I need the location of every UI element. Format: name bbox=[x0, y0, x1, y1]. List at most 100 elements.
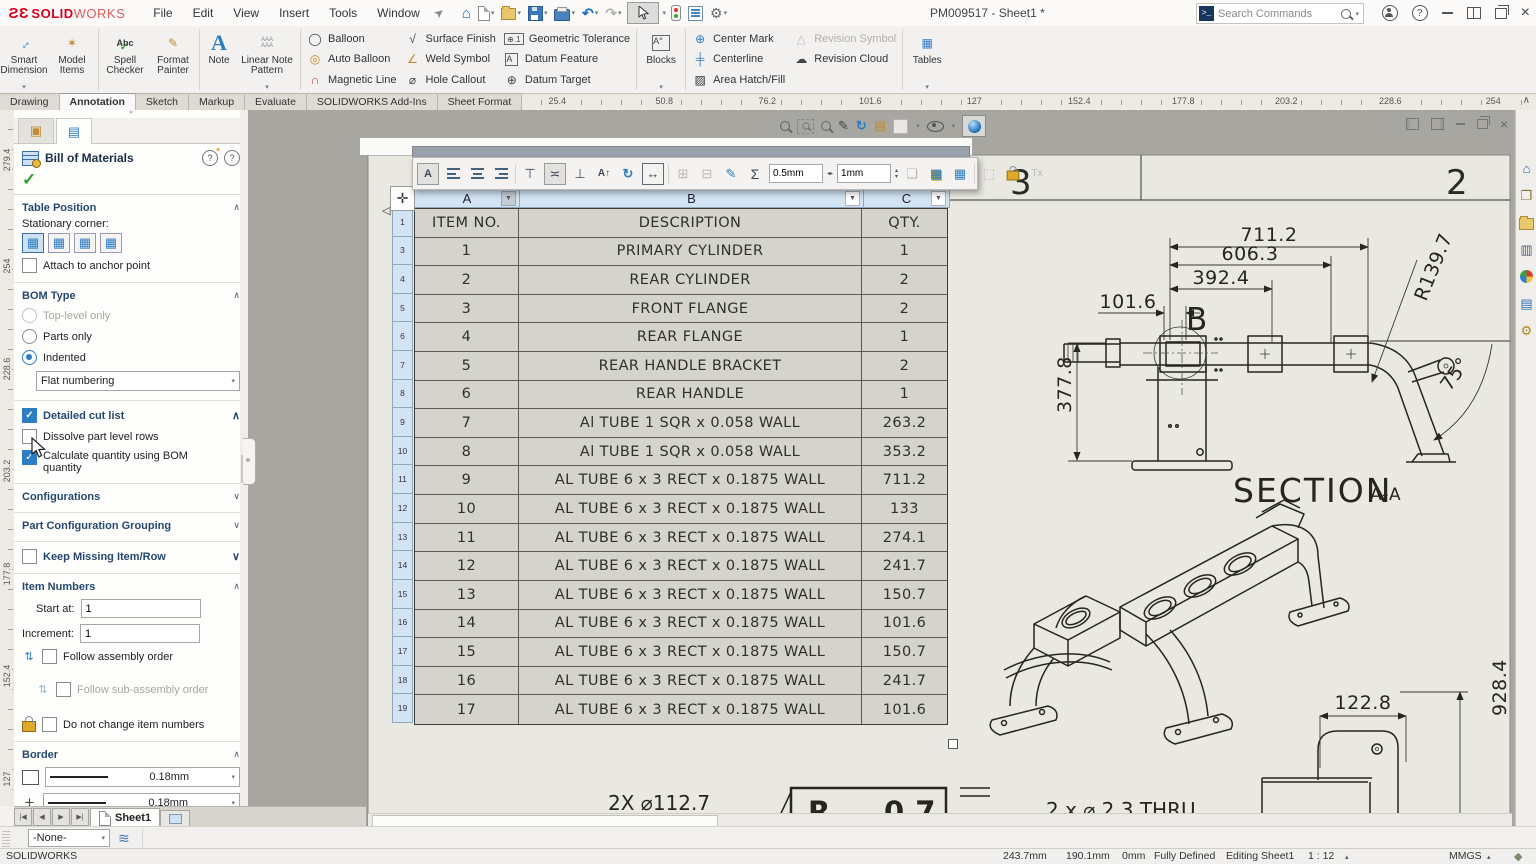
follow-assembly-checkbox[interactable] bbox=[42, 649, 57, 664]
home-button[interactable]: ⌂ bbox=[460, 3, 473, 23]
sheet-scale[interactable]: 1 : 12 bbox=[1308, 850, 1334, 862]
pane-left-icon[interactable] bbox=[1406, 118, 1419, 130]
save-button[interactable]: ▾ bbox=[526, 3, 550, 23]
keep-missing-checkbox[interactable] bbox=[22, 549, 37, 564]
whats-new-help-icon[interactable]: ? bbox=[202, 146, 221, 166]
chevron-down-icon[interactable]: ▾ bbox=[659, 83, 663, 91]
row-number[interactable]: 18 bbox=[392, 665, 413, 695]
table-cell[interactable]: 711.2 bbox=[862, 466, 947, 494]
undo-button[interactable]: ↶ ▾ bbox=[580, 3, 600, 23]
row-number[interactable]: 14 bbox=[392, 551, 413, 580]
minimize-button[interactable] bbox=[1441, 12, 1453, 14]
options-button[interactable]: ⚙ ▾ bbox=[708, 3, 729, 23]
column-header-c[interactable]: C ▼ bbox=[864, 188, 950, 208]
magnetic-line-button[interactable]: ∩ Magnetic Line bbox=[307, 71, 397, 89]
column-header-b[interactable]: B ▼ bbox=[520, 188, 864, 208]
close-button[interactable]: × bbox=[1521, 5, 1530, 21]
zoom-fit-button[interactable] bbox=[780, 121, 790, 131]
tags-icon[interactable]: ◆ bbox=[1514, 850, 1522, 863]
table-cell[interactable]: 17 bbox=[415, 695, 519, 724]
row-number[interactable]: 6 bbox=[392, 322, 413, 352]
surface-finish-button[interactable]: √ Surface Finish bbox=[405, 30, 496, 48]
tab-evaluate[interactable]: Evaluate bbox=[245, 93, 307, 110]
tab-sheet-format[interactable]: Sheet Format bbox=[437, 93, 523, 110]
tab-solidworks-add-ins[interactable]: SOLIDWORKS Add-Ins bbox=[306, 93, 438, 110]
search-icon[interactable] bbox=[1341, 8, 1352, 19]
table-cell[interactable]: AL TUBE 6 x 3 RECT x 0.1875 WALL bbox=[519, 609, 862, 638]
table-cell[interactable]: 1 bbox=[862, 238, 947, 266]
file-explorer-icon[interactable] bbox=[1516, 209, 1536, 236]
display-style-button[interactable] bbox=[962, 115, 987, 137]
chevron-down-icon[interactable]: ▾ bbox=[22, 83, 26, 91]
use-document-font-button[interactable]: A bbox=[417, 162, 439, 185]
table-cell[interactable]: AL TUBE 6 x 3 RECT x 0.1875 WALL bbox=[519, 466, 862, 495]
row-number[interactable]: 5 bbox=[392, 293, 413, 323]
panel-grip[interactable]: ● bbox=[14, 110, 248, 118]
corner-top-right-button[interactable]: ▦ bbox=[48, 233, 70, 253]
pin-menu-icon[interactable]: ➤ bbox=[430, 4, 447, 21]
no-change-checkbox[interactable] bbox=[42, 717, 57, 732]
table-cell[interactable]: 14 bbox=[415, 609, 519, 638]
chevron-down-icon[interactable]: ▾ bbox=[265, 83, 269, 91]
row-number[interactable]: 12 bbox=[392, 494, 413, 523]
valign-bottom-button[interactable]: ⊥ bbox=[570, 164, 590, 184]
table-cell[interactable]: 241.7 bbox=[862, 552, 947, 580]
chevron-down-icon[interactable]: ∨ bbox=[232, 550, 240, 563]
tab-sketch[interactable]: Sketch bbox=[135, 93, 190, 110]
table-cell[interactable]: AL TUBE 6 x 3 RECT x 0.1875 WALL bbox=[519, 580, 862, 609]
grow-font-button[interactable]: A↑ bbox=[594, 164, 614, 184]
weld-symbol-button[interactable]: ∠ Weld Symbol bbox=[405, 50, 496, 68]
rotate-text-button[interactable]: ↻ bbox=[618, 164, 638, 184]
valign-middle-button[interactable]: ≍ bbox=[544, 162, 566, 185]
chevron-up-icon[interactable]: ∧ bbox=[233, 749, 240, 761]
swx-resources-icon[interactable]: ⚙ bbox=[1516, 317, 1536, 344]
new-document-button[interactable]: ▾ bbox=[476, 3, 497, 23]
note-button[interactable]: A Note bbox=[202, 26, 236, 93]
header-cell[interactable]: DESCRIPTION bbox=[519, 209, 862, 237]
linear-note-pattern-button[interactable]: AAA AAA Linear Note Pattern ▾ bbox=[236, 26, 298, 93]
table-cell[interactable]: 4 bbox=[415, 323, 519, 352]
balloon-button[interactable]: ◯ Balloon bbox=[307, 30, 397, 48]
table-cell[interactable]: 16 bbox=[415, 666, 519, 695]
last-sheet-button[interactable]: ▶| bbox=[71, 808, 89, 826]
chevron-up-icon[interactable]: ∧ bbox=[233, 290, 240, 302]
account-icon[interactable] bbox=[1381, 5, 1398, 21]
ok-button[interactable]: ✓ bbox=[22, 170, 36, 189]
tables-button[interactable]: ▦ Tables ▾ bbox=[905, 26, 949, 93]
table-cell[interactable]: 101.6 bbox=[862, 610, 947, 638]
format-painter-button[interactable]: ✎ Format Painter bbox=[149, 26, 197, 93]
corner-bottom-right-button[interactable]: ▦ bbox=[100, 233, 122, 253]
row-number[interactable]: 16 bbox=[392, 608, 413, 638]
menu-view[interactable]: View bbox=[223, 0, 269, 26]
table-cell[interactable]: AL TUBE 6 x 3 RECT x 0.1875 WALL bbox=[519, 552, 862, 580]
row-number[interactable]: 15 bbox=[392, 579, 413, 609]
hole-callout-button[interactable]: ⌀ Hole Callout bbox=[405, 71, 496, 89]
table-cell[interactable]: 5 bbox=[415, 352, 519, 380]
hide-show-button[interactable] bbox=[926, 120, 944, 132]
table-cell[interactable]: 274.1 bbox=[862, 524, 947, 552]
table-cell[interactable]: AL TUBE 6 x 3 RECT x 0.1875 WALL bbox=[519, 638, 862, 666]
header-cell[interactable]: ITEM NO. bbox=[415, 209, 519, 237]
equation-sum-button[interactable]: Σ bbox=[745, 164, 765, 184]
rebuild-button[interactable] bbox=[669, 3, 683, 23]
tab-property-manager[interactable]: ▣ bbox=[18, 118, 54, 143]
tab-sheet1[interactable]: Sheet1 bbox=[90, 808, 161, 827]
menu-edit[interactable]: Edit bbox=[183, 0, 224, 26]
table-cell[interactable]: 12 bbox=[415, 552, 519, 580]
panel-flyout-handle[interactable] bbox=[243, 438, 256, 485]
table-cell[interactable]: 101.6 bbox=[862, 695, 947, 724]
datum-target-button[interactable]: ⊕ Datum Target bbox=[504, 71, 630, 89]
table-cell[interactable]: AL TUBE 6 x 3 RECT x 0.1875 WALL bbox=[519, 523, 862, 552]
table-cell[interactable]: 241.7 bbox=[862, 667, 947, 695]
chevron-down-icon[interactable]: ▾ bbox=[952, 122, 956, 130]
model-items-button[interactable]: ✶ Model Items bbox=[48, 26, 96, 93]
start-at-input[interactable] bbox=[80, 599, 201, 618]
row-number[interactable]: 19 bbox=[392, 694, 413, 723]
table-cell[interactable]: 1 bbox=[415, 237, 519, 266]
doc-close-button[interactable]: × bbox=[1500, 117, 1508, 131]
grid-border-thickness-dropdown[interactable]: 0.18mm ▾ bbox=[43, 793, 240, 806]
align-right-button[interactable] bbox=[491, 164, 511, 184]
table-cell[interactable]: 2 bbox=[862, 266, 947, 294]
search-commands-box[interactable]: >_ Search Commands ▾ bbox=[1196, 3, 1364, 24]
table-cell[interactable]: 2 bbox=[862, 295, 947, 323]
